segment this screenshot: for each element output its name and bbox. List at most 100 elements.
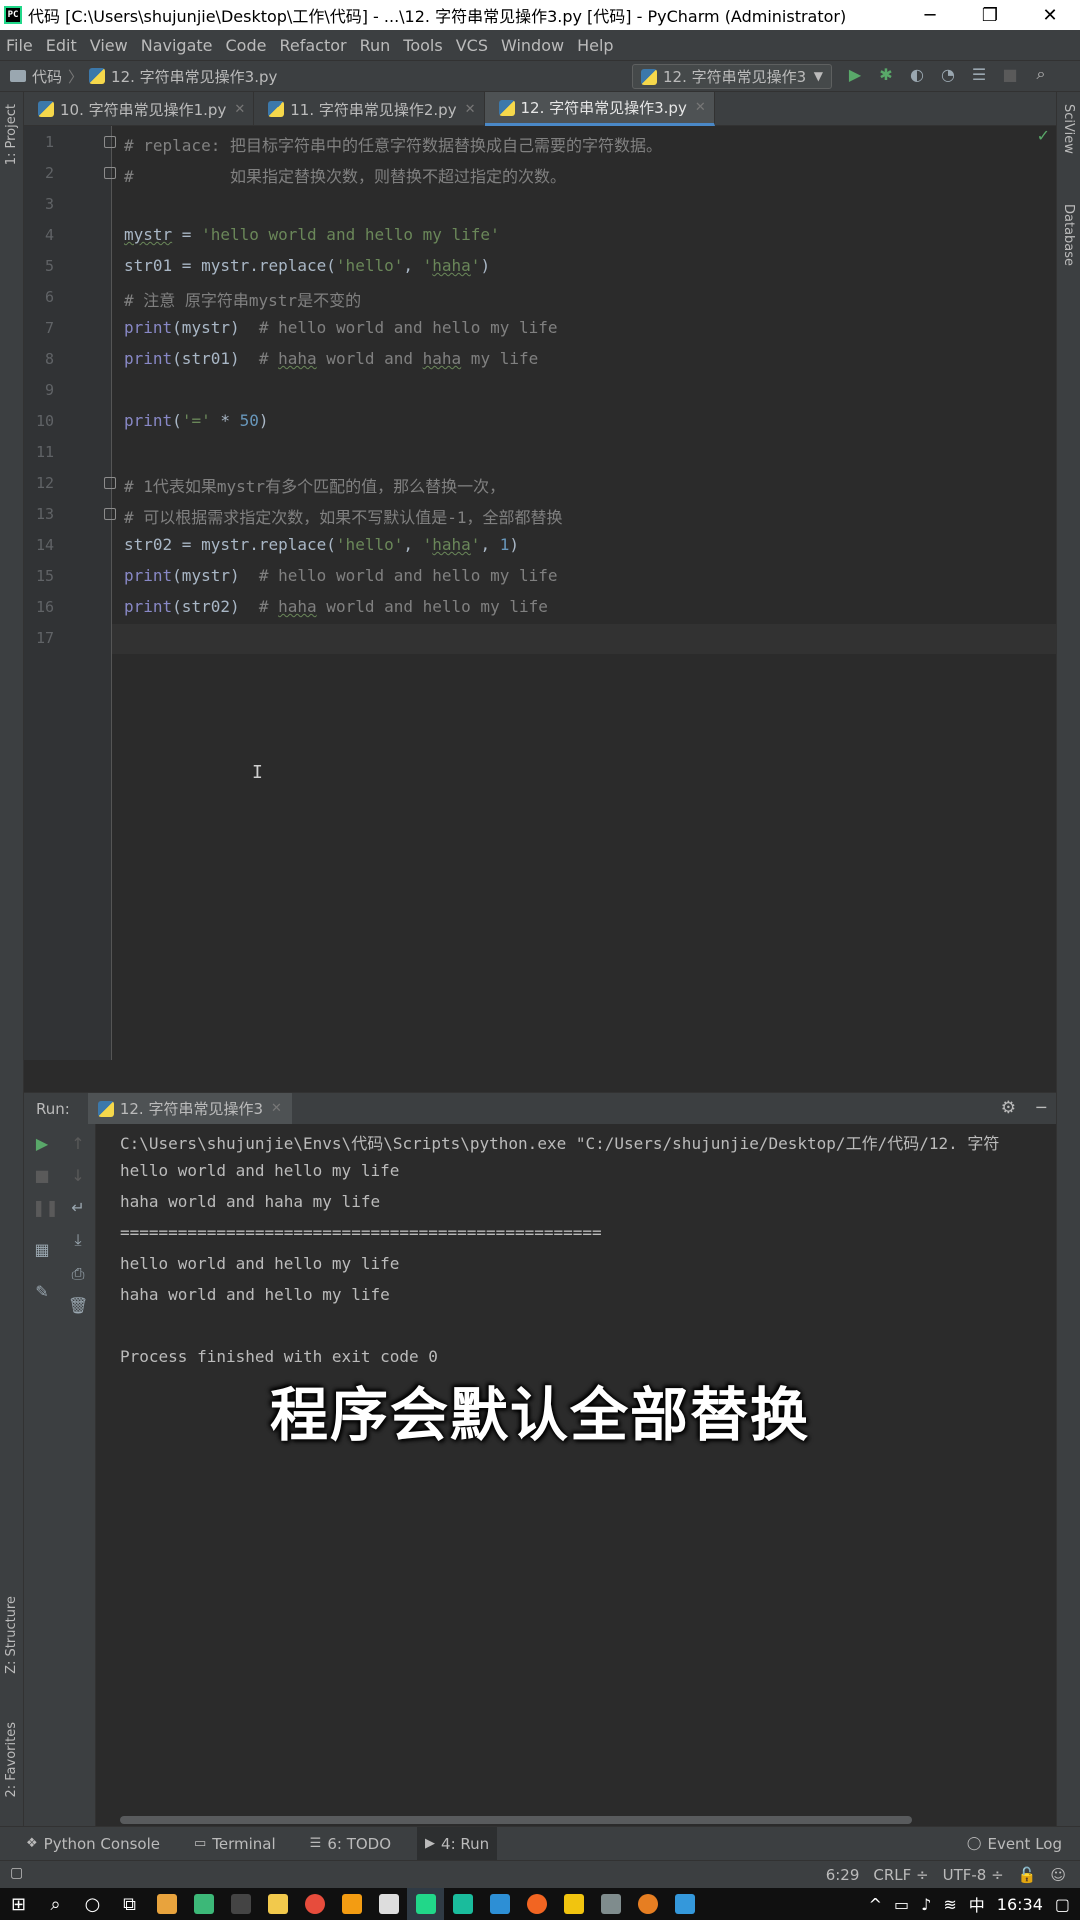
tray-expand-icon[interactable]: ^ [869, 1895, 882, 1914]
menu-help[interactable]: Help [577, 36, 613, 55]
line-separator[interactable]: CRLF ÷ [873, 1866, 928, 1884]
menu-run[interactable]: Run [360, 36, 391, 55]
project-tool-button[interactable]: 1: Project [4, 104, 19, 165]
play-icon[interactable]: ▶ [846, 65, 864, 84]
menu-file[interactable]: File [6, 36, 33, 55]
taskbar-app-icon[interactable] [222, 1888, 259, 1920]
search-icon[interactable]: ⌕ [37, 1888, 74, 1920]
code-token: 'hello' [335, 535, 404, 554]
menu-refactor[interactable]: Refactor [279, 36, 346, 55]
console-line: hello world and hello my life [120, 1161, 400, 1180]
inspector-icon[interactable]: ☺ [1050, 1866, 1066, 1884]
menu-tools[interactable]: Tools [403, 36, 442, 55]
search-icon[interactable]: ⌕ [1032, 64, 1050, 83]
file-encoding[interactable]: UTF-8 ÷ [943, 1866, 1004, 1884]
tab-file-3-active[interactable]: 12. 字符串常见操作3.py ✕ [484, 92, 715, 126]
battery-icon[interactable]: ▭ [894, 1895, 909, 1914]
coverage-icon[interactable]: ◐ [908, 65, 926, 84]
vscode-taskbar-icon[interactable] [481, 1888, 518, 1920]
fold-marker-icon[interactable] [104, 167, 116, 179]
cortana-icon[interactable]: ○ [74, 1888, 111, 1920]
run-button[interactable]: ▶ 4: Run [417, 1826, 498, 1861]
stop-icon[interactable]: ■ [32, 1166, 52, 1185]
terminal-button[interactable]: ▭ Terminal [186, 1827, 284, 1861]
profile-icon[interactable]: ◔ [939, 65, 957, 84]
close-icon[interactable]: ✕ [271, 1101, 282, 1116]
run-configuration-dropdown[interactable]: 12. 字符串常见操作3 ▼ [632, 64, 832, 89]
taskbar-app-icon[interactable] [666, 1888, 703, 1920]
fold-marker-icon[interactable] [104, 136, 116, 148]
menu-view[interactable]: View [90, 36, 128, 55]
debug-icon[interactable]: ✱ [877, 65, 895, 84]
volume-icon[interactable]: ♪ [921, 1895, 931, 1914]
tab-file-1[interactable]: 10. 字符串常见操作1.py ✕ [24, 92, 255, 126]
pause-icon[interactable]: ❚❚ [32, 1198, 59, 1217]
maximize-button[interactable]: ❐ [960, 0, 1020, 30]
todo-button[interactable]: ☰ 6: TODO [302, 1827, 399, 1861]
event-log-button[interactable]: ◯ Event Log [959, 1827, 1070, 1861]
down-arrow-icon[interactable]: ↓ [68, 1166, 88, 1185]
scroll-to-end-icon[interactable]: ⤓ [68, 1230, 88, 1250]
taskbar-app-icon[interactable] [259, 1888, 296, 1920]
structure-tool-button[interactable]: Z: Structure [4, 1596, 19, 1674]
horizontal-scrollbar[interactable] [120, 1816, 912, 1824]
sciview-tool-button[interactable]: SciView [1061, 104, 1076, 154]
taskbar-app-icon[interactable] [370, 1888, 407, 1920]
close-button[interactable]: ✕ [1020, 0, 1080, 30]
taskbar-app-icon[interactable] [333, 1888, 370, 1920]
menu-edit[interactable]: Edit [46, 36, 77, 55]
run-tab[interactable]: 12. 字符串常见操作3 ✕ [87, 1092, 292, 1125]
menu-window[interactable]: Window [501, 36, 564, 55]
menu-vcs[interactable]: VCS [456, 36, 488, 55]
pycharm-taskbar-icon[interactable] [407, 1888, 444, 1920]
build-icon[interactable]: ☰ [970, 65, 988, 84]
taskbar-app-icon[interactable] [518, 1888, 555, 1920]
menu-navigate[interactable]: Navigate [141, 36, 213, 55]
pin-icon[interactable]: ✎ [32, 1282, 52, 1301]
up-arrow-icon[interactable]: ↑ [68, 1134, 88, 1153]
line-number: 11 [35, 443, 54, 461]
wifi-icon[interactable]: ≋ [943, 1895, 956, 1914]
python-console-button[interactable]: ❖ Python Console [18, 1827, 168, 1861]
tab-file-2[interactable]: 11. 字符串常见操作2.py ✕ [254, 92, 485, 126]
code-editor[interactable]: 1 2 3 4 5 6 7 8 9 10 11 12 13 14 15 16 1… [24, 126, 1056, 1060]
taskbar-app-icon[interactable] [592, 1888, 629, 1920]
menu-code[interactable]: Code [226, 36, 267, 55]
layout-icon[interactable]: ▦ [32, 1240, 52, 1259]
taskbar-app-icon[interactable] [296, 1888, 333, 1920]
breadcrumb-file[interactable]: 12. 字符串常见操作3.py [111, 66, 277, 87]
clock[interactable]: 16:34 [997, 1895, 1043, 1914]
caret-position[interactable]: 6:29 [826, 1866, 860, 1884]
taskbar-app-icon[interactable] [148, 1888, 185, 1920]
hide-panel-button[interactable]: ─ [1036, 1098, 1046, 1117]
notification-icon[interactable]: ▢ [1055, 1895, 1070, 1914]
taskbar-app-icon[interactable] [629, 1888, 666, 1920]
close-icon[interactable]: ✕ [695, 100, 706, 115]
fold-marker-icon[interactable] [104, 477, 116, 489]
breadcrumb-project[interactable]: 代码 [32, 66, 62, 87]
gear-icon[interactable]: ⚙ [1001, 1098, 1016, 1118]
soft-wrap-icon[interactable]: ↵ [68, 1198, 88, 1217]
fold-marker-icon[interactable] [104, 508, 116, 520]
console-line: haha world and haha my life [120, 1192, 381, 1211]
database-tool-button[interactable]: Database [1061, 204, 1076, 266]
print-icon[interactable]: ⎙ [68, 1264, 88, 1284]
python-file-icon [38, 101, 54, 117]
python-file-icon [498, 99, 515, 116]
trash-icon[interactable]: 🗑 [68, 1296, 88, 1315]
favorites-tool-button[interactable]: 2: Favorites [4, 1722, 19, 1798]
close-icon[interactable]: ✕ [465, 102, 476, 117]
minimize-button[interactable]: ─ [900, 0, 960, 30]
windows-start-icon[interactable]: ⊞ [0, 1888, 37, 1920]
stop-icon[interactable]: ■ [1001, 65, 1019, 84]
layout-toggle-icon[interactable]: ▢ [10, 1865, 23, 1881]
input-method-indicator[interactable]: 中 [969, 1892, 985, 1916]
rerun-icon[interactable]: ▶ [32, 1134, 52, 1153]
lock-icon[interactable]: 🔓 [1018, 1866, 1037, 1884]
close-icon[interactable]: ✕ [234, 102, 245, 117]
taskbar-app-icon[interactable] [185, 1888, 222, 1920]
task-view-icon[interactable]: ⧉ [111, 1888, 148, 1920]
event-log-label: Event Log [987, 1834, 1062, 1853]
taskbar-app-icon[interactable] [444, 1888, 481, 1920]
taskbar-app-icon[interactable] [555, 1888, 592, 1920]
